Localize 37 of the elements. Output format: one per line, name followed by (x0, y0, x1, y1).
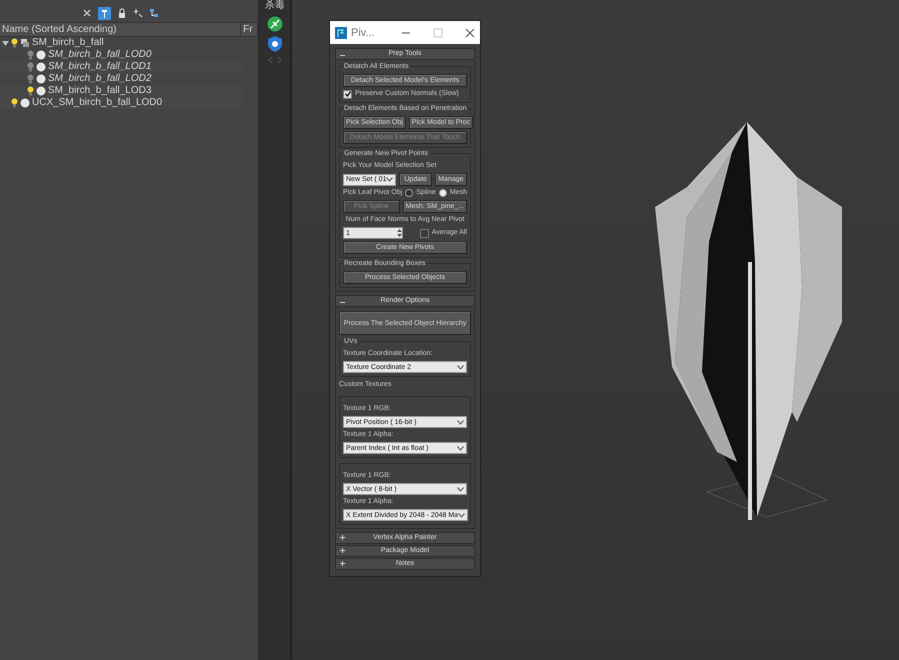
object-name: SM_birch_b_fall_LOD1 (48, 61, 152, 73)
checkbox[interactable] (343, 90, 352, 98)
spinner-arrows-icon (397, 229, 402, 237)
caret-down-icon (2, 40, 9, 46)
bulb-icon (27, 74, 34, 84)
column-header[interactable]: Name (Sorted Ascending) (0, 23, 242, 36)
bulb-icon (27, 50, 34, 60)
chevron-down-icon (458, 512, 466, 518)
chevron-down-icon (386, 177, 394, 182)
checkbox[interactable] (420, 228, 429, 238)
bulb-icon (27, 62, 34, 72)
strip-label: 杀毒 (265, 0, 285, 12)
chevron-down-icon (457, 420, 464, 424)
object-name: UCX_SM_birch_b_fall_LOD0 (32, 97, 162, 109)
layers-icon (20, 38, 30, 48)
window-title: Piv... (351, 26, 376, 38)
object-name: SM_birch_b_fall (32, 37, 104, 49)
chevron-down-icon (457, 446, 464, 450)
bulb-icon (11, 38, 18, 48)
app-logo-icon (335, 26, 347, 38)
object-name: SM_birch_b_fall_LOD2 (48, 73, 152, 85)
maximize-icon (433, 28, 443, 38)
column-header[interactable]: Fr (241, 23, 258, 36)
shield-icon (268, 36, 282, 52)
close-icon (82, 8, 92, 18)
hierarchy-icon (149, 8, 159, 18)
object-name: SM_birch_b_fall_LOD0 (48, 49, 152, 61)
chevron-down-icon (457, 486, 464, 492)
bulb-icon (11, 98, 18, 108)
radio-button[interactable] (438, 189, 447, 197)
close-icon (465, 28, 475, 38)
radio-button[interactable] (405, 189, 414, 197)
object-name: SM_birch_b_fall_LOD3 (48, 85, 152, 97)
arrows-icon (267, 56, 283, 64)
bulb-icon (27, 86, 34, 96)
chevron-down-icon (457, 364, 464, 370)
lock-icon (117, 8, 127, 18)
